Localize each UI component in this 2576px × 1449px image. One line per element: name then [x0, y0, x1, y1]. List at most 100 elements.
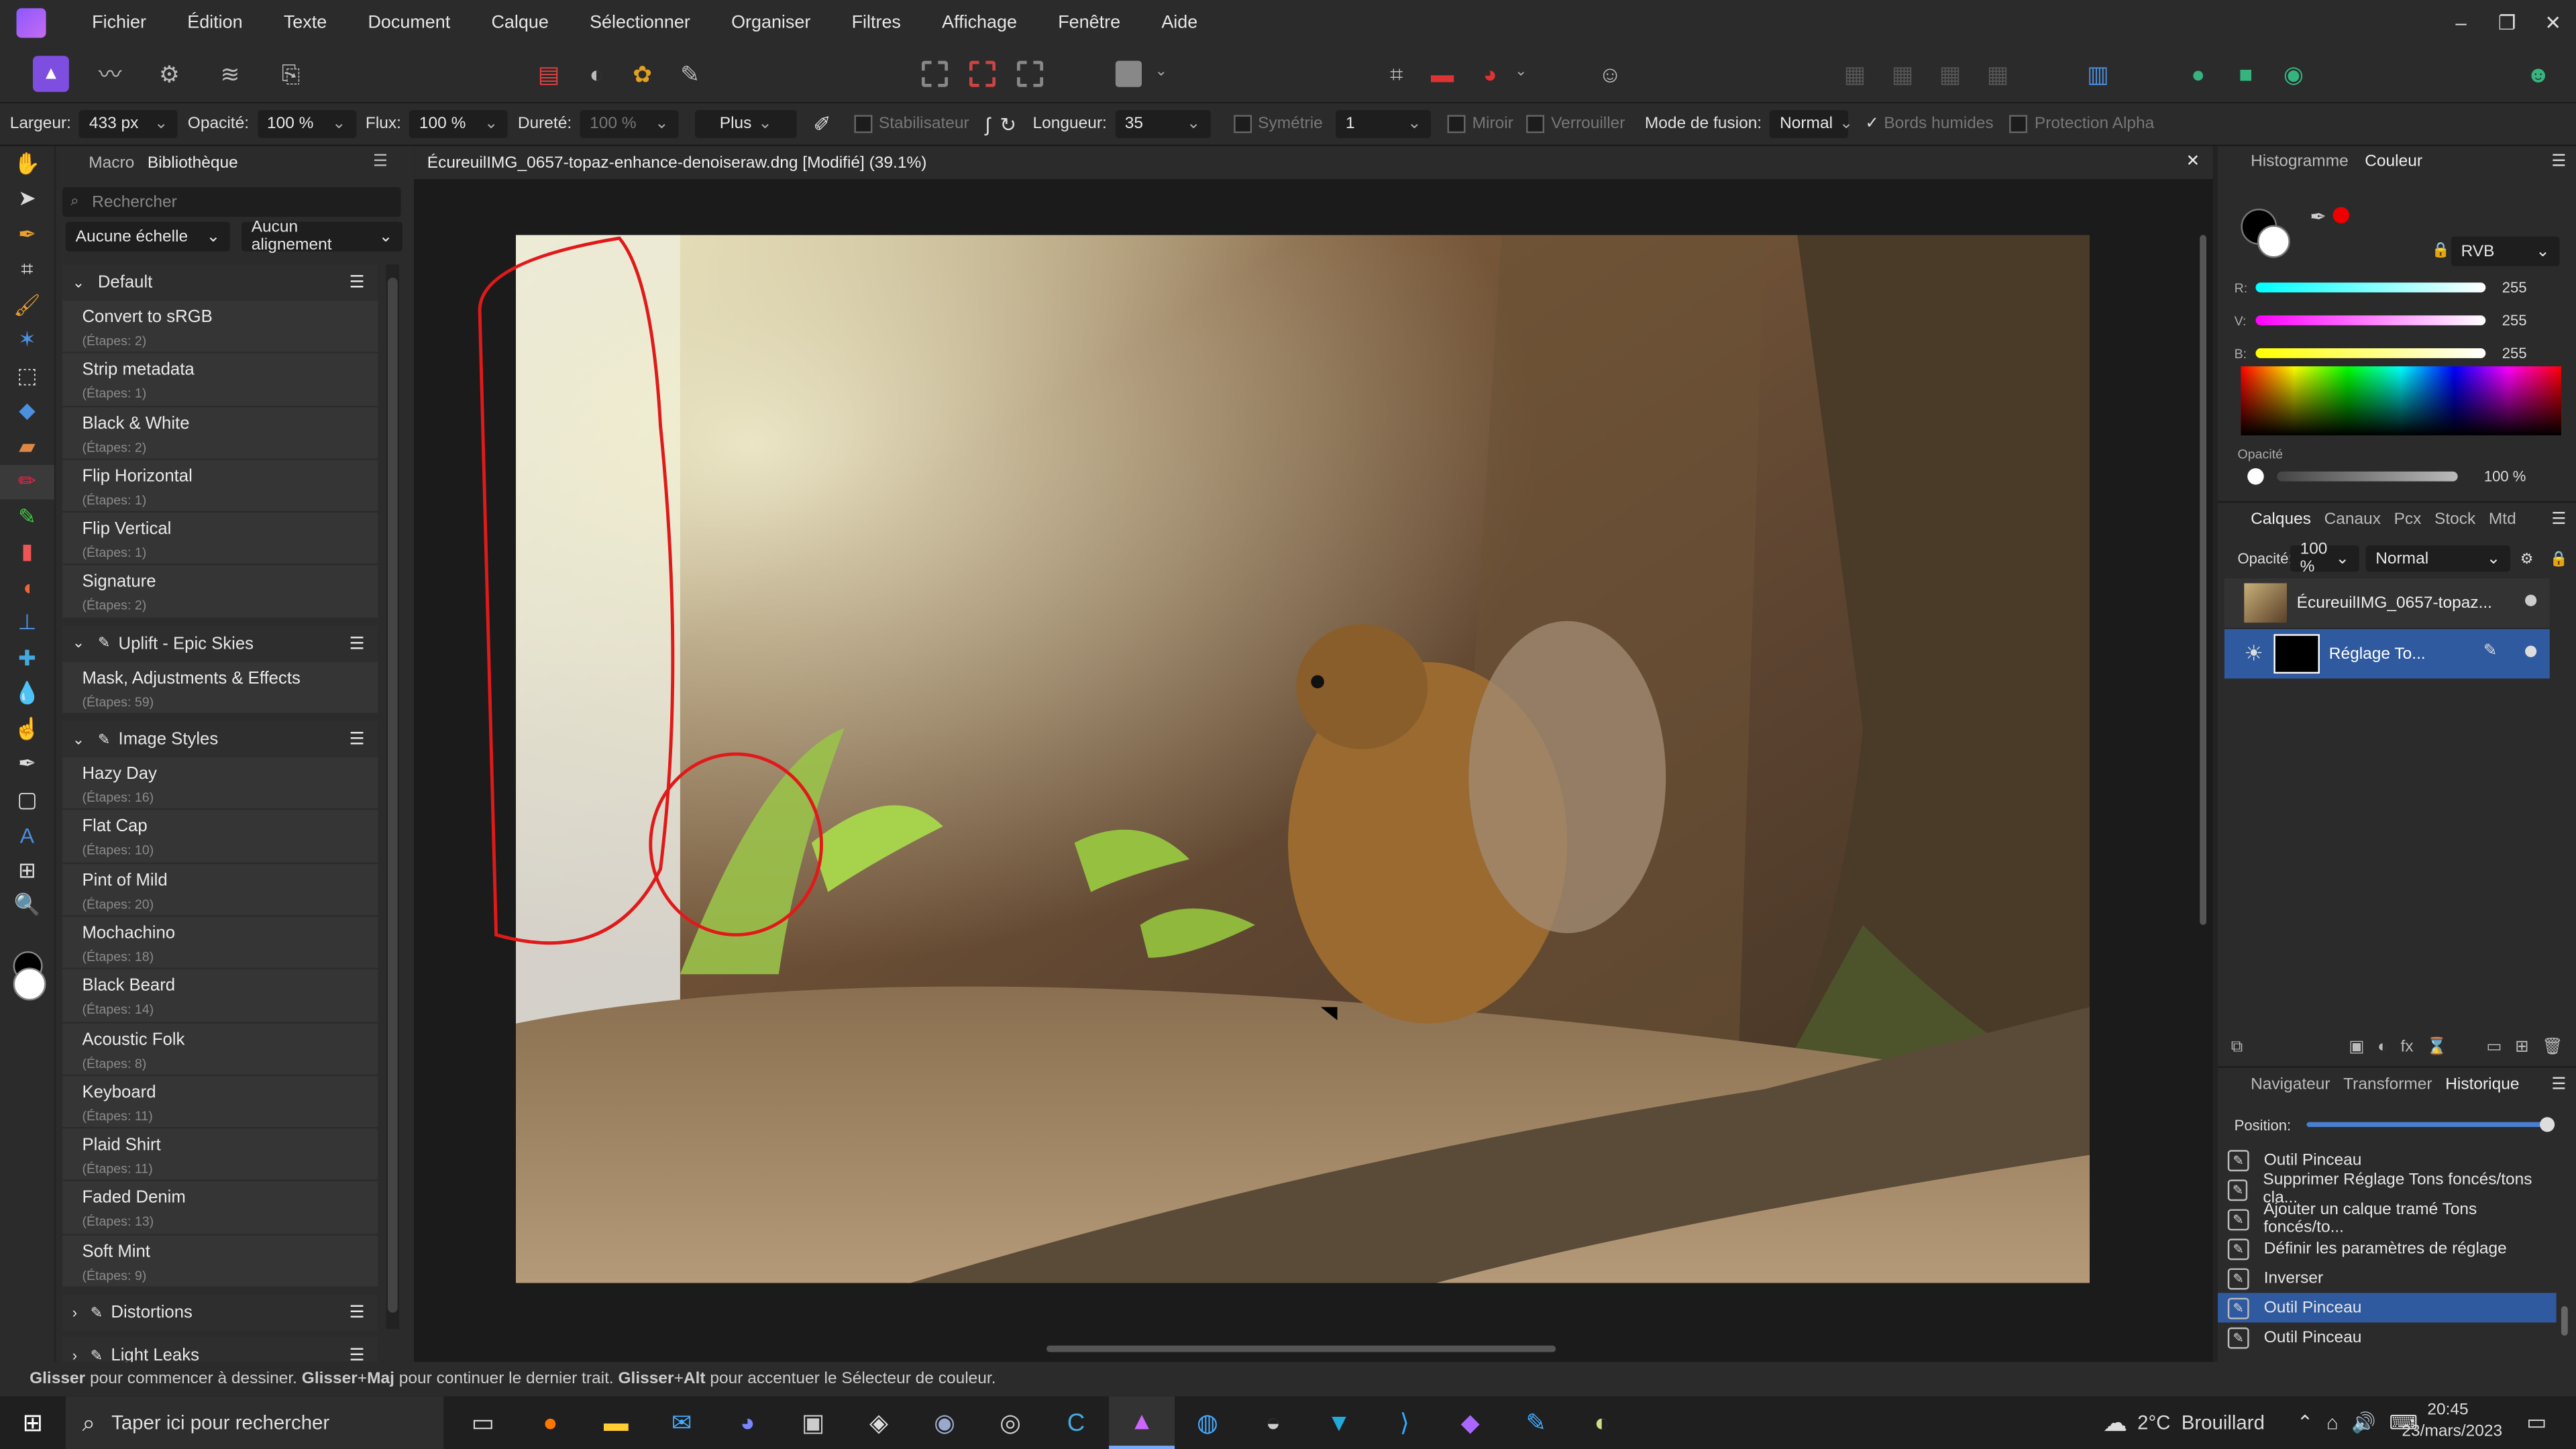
- window-mode-icon[interactable]: ↻: [1000, 113, 1016, 136]
- network-icon[interactable]: ⌂: [2326, 1411, 2339, 1434]
- tray-chevron-icon[interactable]: ⌃: [2297, 1411, 2314, 1434]
- symetrie-field[interactable]: 1: [1336, 110, 1432, 138]
- menu-edition[interactable]: Édition: [187, 13, 242, 33]
- vertical-scroll-thumb[interactable]: [2200, 235, 2206, 925]
- clock[interactable]: 20:45 23/mars/2023: [2402, 1400, 2502, 1443]
- color-picker-tool-icon[interactable]: ✒: [0, 217, 54, 252]
- menu-affichage[interactable]: Affichage: [942, 13, 1017, 33]
- macro-item[interactable]: Flip Vertical (Étapes: 1): [62, 513, 378, 566]
- macro-item[interactable]: Signature (Étapes: 2): [62, 566, 378, 619]
- macro-item[interactable]: Strip metadata (Étapes: 1): [62, 354, 378, 407]
- macro-item[interactable]: Mask, Adjustments & Effects (Étapes: 59): [62, 661, 378, 715]
- tab-pcx[interactable]: Pcx: [2394, 511, 2422, 529]
- library-search-input[interactable]: ⌕ Rechercher: [62, 187, 401, 217]
- menu-aide[interactable]: Aide: [1161, 13, 1197, 33]
- rope-mode-icon[interactable]: ʃ: [985, 113, 990, 136]
- auto-colour-icon[interactable]: ✿: [625, 56, 661, 92]
- quick-mask-icon[interactable]: [1111, 56, 1147, 92]
- flood-fill-tool-icon[interactable]: ◆: [0, 394, 54, 429]
- chevron-down-icon[interactable]: ⌄: [72, 731, 85, 749]
- file-explorer-icon[interactable]: ▬: [583, 1397, 649, 1449]
- r-slider[interactable]: [2255, 282, 2486, 292]
- layers-share-icon[interactable]: ■: [2228, 56, 2264, 92]
- hand-tool-icon[interactable]: ✋: [0, 146, 54, 182]
- menu-selectionner[interactable]: Sélectionner: [590, 13, 690, 33]
- chevron-down-icon[interactable]: ⌄: [72, 635, 85, 653]
- affinity-photo-logo-icon[interactable]: [16, 8, 46, 38]
- app-icon-7[interactable]: ◆: [1438, 1397, 1503, 1449]
- menu-fenetre[interactable]: Fenêtre: [1058, 13, 1120, 33]
- arrange-forward-icon[interactable]: ▦: [1932, 56, 1968, 92]
- alignment-dropdown[interactable]: Aucun alignement ⌄: [241, 219, 403, 255]
- app-icon-6[interactable]: ▼: [1306, 1397, 1372, 1449]
- protection-alpha-checkbox[interactable]: [2010, 115, 2029, 133]
- mask-layer-icon[interactable]: ▣: [2349, 1038, 2364, 1056]
- macro-group[interactable]: ⌄ ✎ Uplift - Epic Skies ☰: [62, 625, 378, 662]
- color-model-dropdown[interactable]: RVB ⌄: [2451, 236, 2560, 266]
- deselect-icon[interactable]: [965, 56, 1001, 92]
- app-icon-2[interactable]: ◎: [977, 1397, 1043, 1449]
- layer-settings-icon[interactable]: ⚙: [2520, 550, 2534, 568]
- tab-navigateur[interactable]: Navigateur: [2251, 1076, 2330, 1094]
- photo-persona-icon[interactable]: ▲: [32, 56, 69, 93]
- flux-field[interactable]: 100 %: [409, 110, 508, 138]
- windows-start-icon[interactable]: ⊞: [0, 1397, 66, 1449]
- history-item[interactable]: ✎ Outil Pinceau: [2218, 1322, 2556, 1352]
- macro-item[interactable]: Faded Denim (Étapes: 13): [62, 1181, 378, 1236]
- group-menu-icon[interactable]: ☰: [350, 273, 365, 292]
- history-scrollbar[interactable]: [2560, 1152, 2570, 1349]
- marquee-tool-icon[interactable]: ⬚: [0, 358, 54, 394]
- macro-item[interactable]: Convert to sRGB (Étapes: 2): [62, 301, 378, 354]
- stabilisateur-checkbox[interactable]: [854, 115, 873, 133]
- notification-icon[interactable]: ▭: [2504, 1397, 2569, 1449]
- macro-item[interactable]: Soft Mint (Étapes: 9): [62, 1235, 378, 1289]
- tab-historique[interactable]: Historique: [2445, 1076, 2519, 1094]
- chevron-down-icon[interactable]: ⌄: [72, 274, 85, 292]
- history-item[interactable]: ✎ Inverser: [2218, 1263, 2556, 1293]
- layer-opacity-dropdown[interactable]: 100 % ⌄: [2290, 541, 2359, 577]
- macro-item[interactable]: Pint of Mild (Étapes: 20): [62, 863, 378, 917]
- macro-item[interactable]: Plaid Shirt (Étapes: 11): [62, 1128, 378, 1182]
- weather-widget[interactable]: ☁ 2°C Brouillard: [2103, 1397, 2265, 1449]
- longueur-field[interactable]: 35: [1115, 110, 1211, 138]
- gradient-tool-icon[interactable]: ▰: [0, 429, 54, 464]
- macro-item[interactable]: Mochachino (Étapes: 18): [62, 916, 378, 970]
- zoom-tool-icon[interactable]: 🔍: [0, 888, 54, 924]
- quick-mask-dropdown-icon[interactable]: ⌄: [1155, 62, 1167, 80]
- tone-mapping-persona-icon[interactable]: ≋: [212, 56, 248, 92]
- selection-mode-icon[interactable]: [917, 56, 953, 92]
- move-tool-icon[interactable]: ➤: [0, 182, 54, 217]
- healing-tool-icon[interactable]: ✚: [0, 641, 54, 676]
- layer-row-photo[interactable]: ÉcureuilIMG_0657-topaz...: [2224, 578, 2550, 628]
- group-menu-icon[interactable]: ☰: [350, 634, 365, 653]
- tab-canaux[interactable]: Canaux: [2324, 511, 2381, 529]
- library-scroll-thumb[interactable]: [387, 277, 398, 1313]
- live-filter-icon[interactable]: ⌛: [2426, 1038, 2447, 1056]
- horizontal-scrollbar[interactable]: [431, 1342, 2180, 1356]
- macro-item[interactable]: Flip Horizontal (Étapes: 1): [62, 460, 378, 513]
- macro-item[interactable]: Flat Cap (Étapes: 10): [62, 810, 378, 864]
- paint-brush-tool-icon[interactable]: ✏: [0, 464, 54, 500]
- brush-options-icon[interactable]: ✐: [813, 111, 831, 137]
- group-menu-icon[interactable]: ☰: [350, 1303, 365, 1322]
- mode-fusion-dropdown[interactable]: Normal: [1770, 110, 1849, 138]
- layer-lock-icon[interactable]: 🔒: [2550, 550, 2568, 568]
- lock-icon[interactable]: 🔒: [2431, 241, 2449, 260]
- pixel-tool-icon[interactable]: ✎: [0, 499, 54, 535]
- layer-blend-dropdown[interactable]: Normal ⌄: [2365, 545, 2511, 572]
- color-opacity-value[interactable]: 100 %: [2484, 468, 2526, 484]
- secondary-color-swatch[interactable]: [13, 967, 46, 1001]
- b-value[interactable]: 255: [2502, 345, 2527, 361]
- assistant-icon[interactable]: ☺: [1592, 56, 1628, 92]
- history-item[interactable]: ✎ Définir les paramètres de réglage: [2218, 1234, 2556, 1263]
- steam-icon[interactable]: ◉: [912, 1397, 977, 1449]
- smudge-tool-icon[interactable]: ☝: [0, 711, 54, 747]
- mesh-warp-tool-icon[interactable]: ⊞: [0, 853, 54, 888]
- account-icon[interactable]: ☻: [2520, 56, 2557, 92]
- layer-visibility-dot[interactable]: [2525, 594, 2537, 606]
- firefox-icon[interactable]: ●: [517, 1397, 583, 1449]
- color-opacity-slider[interactable]: [2277, 471, 2458, 482]
- adjustment-icon[interactable]: ◐: [2377, 1038, 2387, 1056]
- miroir-checkbox[interactable]: [1447, 115, 1466, 133]
- selection-brush-tool-icon[interactable]: 🖌: [0, 288, 54, 323]
